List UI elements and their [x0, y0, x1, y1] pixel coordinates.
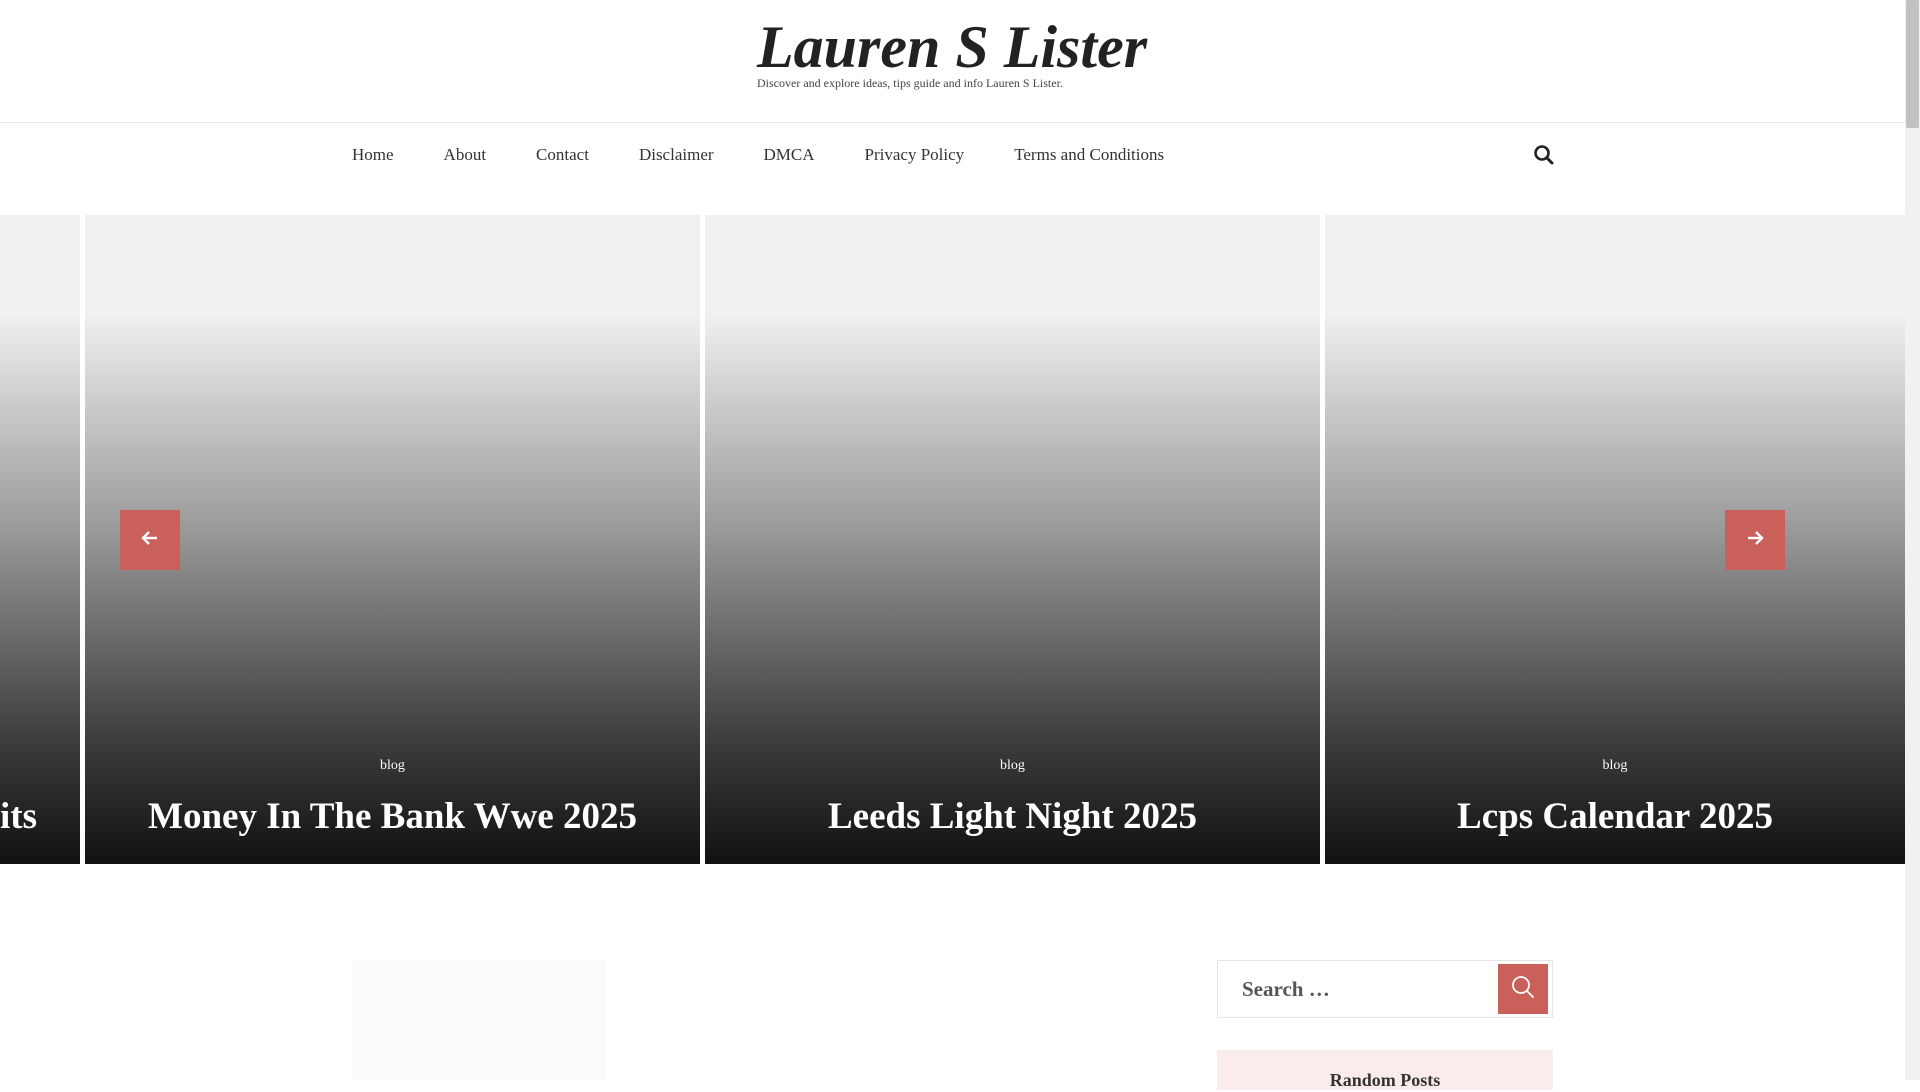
nav-item-about[interactable]: About [444, 144, 487, 166]
slider-prev-button[interactable] [120, 510, 180, 570]
arrow-left-icon [139, 527, 161, 554]
slide-card[interactable]: blog Leeds Light Night 2025 [705, 215, 1320, 864]
nav-item-contact[interactable]: Contact [536, 144, 589, 166]
nav-item-dmca[interactable]: DMCA [764, 144, 815, 166]
search-icon[interactable] [1531, 142, 1557, 168]
slide-title[interactable]: its [0, 790, 80, 844]
widget-title: Random Posts [1329, 1070, 1441, 1090]
header-divider [0, 122, 1905, 123]
slide-title[interactable]: Lcps Calendar 2025 [1325, 790, 1905, 844]
arrow-right-icon [1744, 527, 1766, 554]
featured-slider: its blog Money In The Bank Wwe 2025 blog… [0, 215, 1905, 864]
nav-item-privacy-policy[interactable]: Privacy Policy [865, 144, 965, 166]
search-input[interactable] [1218, 961, 1498, 1017]
slide-card[interactable]: blog Lcps Calendar 2025 [1325, 215, 1905, 864]
random-posts-widget: Random Posts [1217, 1050, 1553, 1090]
site-title[interactable]: Lauren S Lister [757, 10, 1147, 84]
scrollbar-thumb[interactable] [1906, 0, 1919, 128]
slide-title[interactable]: Money In The Bank Wwe 2025 [85, 790, 700, 844]
nav-item-home[interactable]: Home [352, 144, 394, 166]
slide-title[interactable]: Leeds Light Night 2025 [705, 790, 1320, 844]
search-icon [1510, 974, 1536, 1005]
nav-item-disclaimer[interactable]: Disclaimer [639, 144, 714, 166]
slide-partial[interactable]: its [0, 215, 80, 864]
post-thumbnail[interactable] [352, 960, 606, 1080]
main-navigation: Home About Contact Disclaimer DMCA Priva… [352, 144, 1214, 166]
sidebar-search-form [1217, 960, 1553, 1018]
site-tagline: Discover and explore ideas, tips guide a… [757, 76, 1063, 90]
slide-category[interactable]: blog [85, 758, 700, 774]
slide-category[interactable]: blog [1325, 758, 1905, 774]
nav-item-terms[interactable]: Terms and Conditions [1014, 144, 1164, 166]
page-scrollbar[interactable] [1905, 0, 1920, 1080]
search-submit-button[interactable] [1498, 964, 1548, 1014]
slide-category[interactable]: blog [705, 758, 1320, 774]
slider-next-button[interactable] [1725, 510, 1785, 570]
